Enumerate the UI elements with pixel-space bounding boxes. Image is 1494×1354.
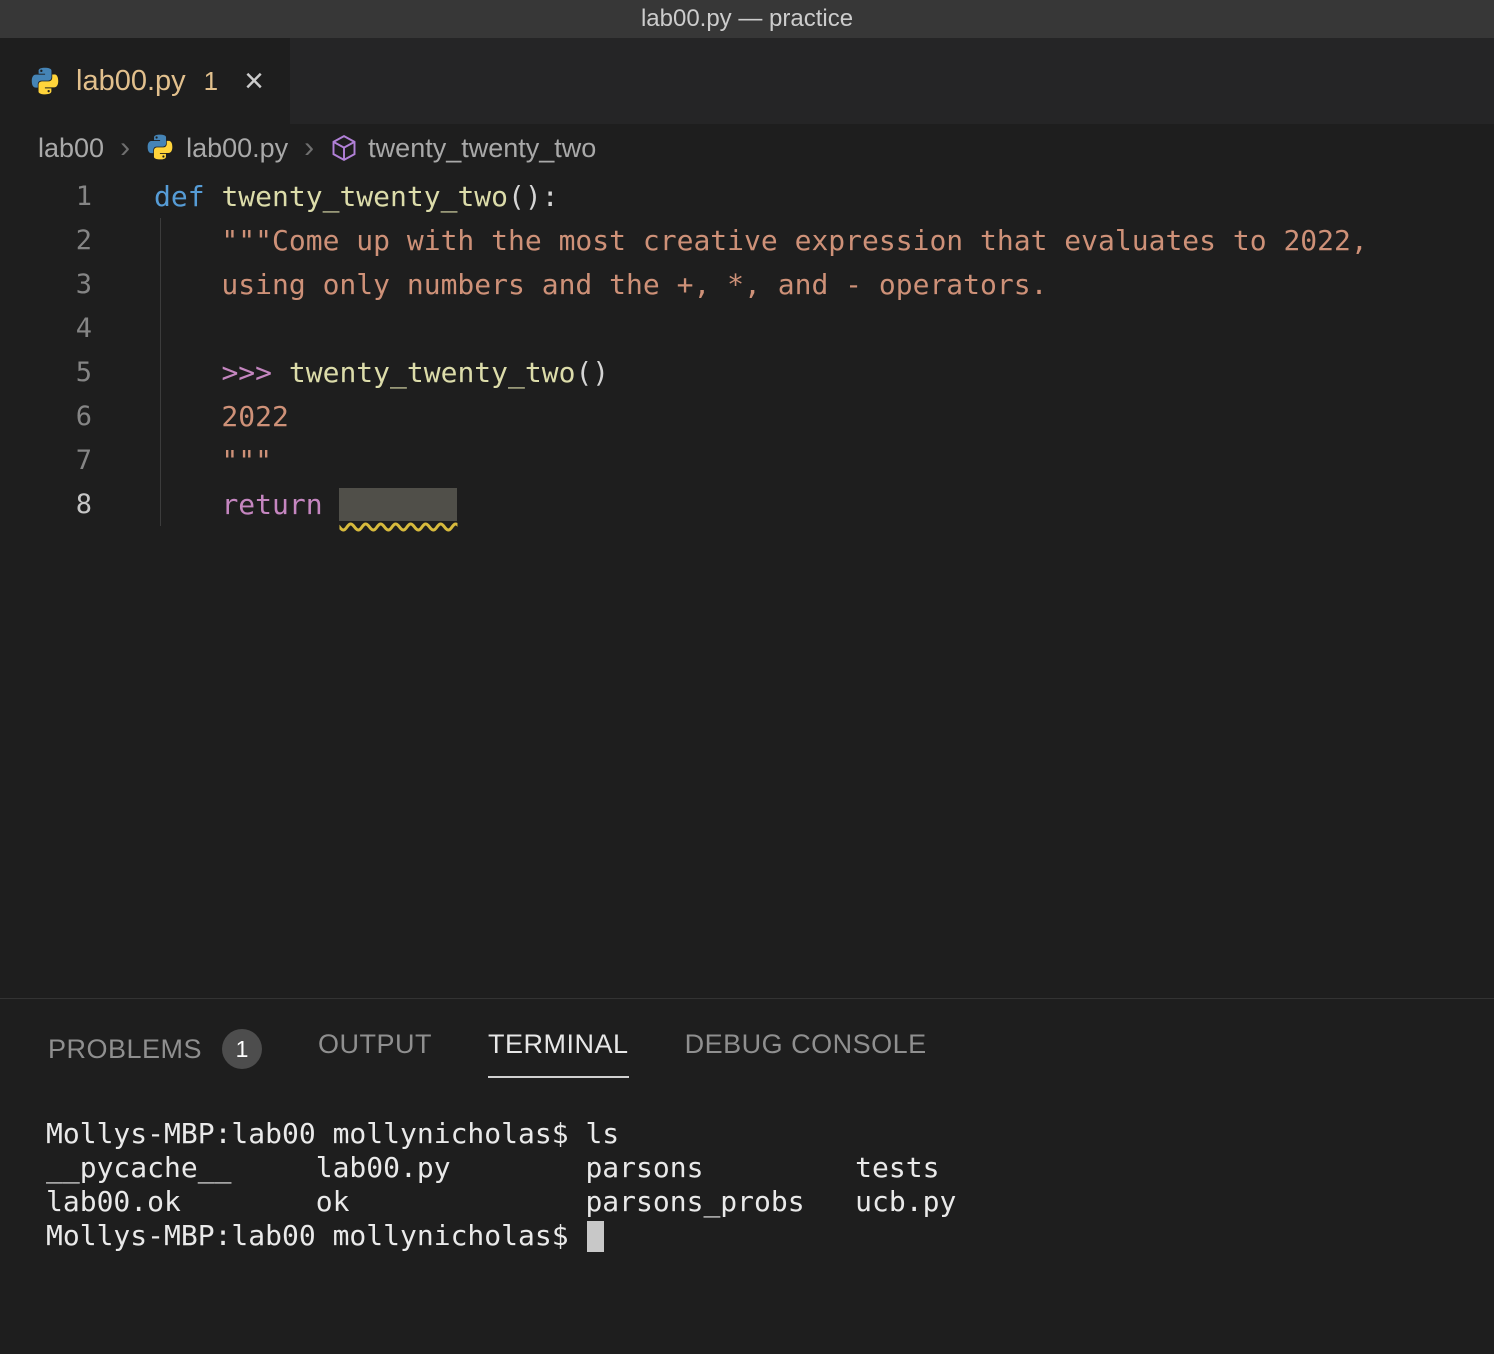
code-text: def twenty_twenty_two(): [92, 180, 559, 213]
tab-problem-count: 1 [204, 66, 218, 97]
window-titlebar[interactable]: lab00.py — practice [0, 0, 1494, 38]
python-icon [146, 133, 176, 163]
terminal-cursor [587, 1221, 604, 1252]
panel-tab-terminal[interactable]: TERMINAL [488, 1029, 629, 1078]
missing-expression-placeholder [339, 488, 457, 521]
code-line[interactable]: 5 >>> twenty_twenty_two() [0, 350, 1494, 394]
tab-filename: lab00.py [76, 65, 186, 98]
breadcrumb-label: lab00 [38, 133, 104, 164]
panel-tab-label: DEBUG CONSOLE [685, 1029, 927, 1060]
problems-count-badge: 1 [222, 1029, 262, 1069]
code-line[interactable]: 3 using only numbers and the +, *, and -… [0, 262, 1494, 306]
panel-tab-output[interactable]: OUTPUT [318, 1029, 432, 1076]
line-number: 2 [0, 225, 92, 256]
code-text: """Come up with the most creative expres… [92, 224, 1368, 257]
breadcrumb-item-symbol[interactable]: twenty_twenty_two [330, 133, 596, 164]
line-number: 1 [0, 181, 92, 212]
terminal-line: __pycache__ lab00.py parsons tests [46, 1151, 1494, 1185]
terminal-line: lab00.ok ok parsons_probs ucb.py [46, 1185, 1494, 1219]
code-text: >>> twenty_twenty_two() [92, 356, 609, 389]
terminal-line: Mollys-MBP:lab00 mollynicholas$ [46, 1219, 1494, 1253]
close-icon[interactable]: × [244, 64, 264, 98]
chevron-right-icon: › [118, 131, 132, 165]
panel-tab-label: PROBLEMS [48, 1034, 202, 1065]
bottom-panel: PROBLEMS 1 OUTPUT TERMINAL DEBUG CONSOLE Mol… [0, 998, 1494, 1354]
code-text: using only numbers and the +, *, and - o… [92, 268, 1047, 301]
line-number: 8 [0, 489, 92, 520]
breadcrumb-item-lab00[interactable]: lab00 [38, 133, 104, 164]
breadcrumb: lab00 › lab00.py › twenty_twenty_two [0, 124, 1494, 172]
code-text: 2022 [92, 400, 289, 433]
line-number: 3 [0, 269, 92, 300]
editor-lines: 1def twenty_twenty_two():2 """Come up wi… [0, 174, 1494, 526]
panel-tab-debug-console[interactable]: DEBUG CONSOLE [685, 1029, 927, 1076]
terminal-output[interactable]: Mollys-MBP:lab00 mollynicholas$ ls__pyca… [0, 1087, 1494, 1253]
terminal-line: Mollys-MBP:lab00 mollynicholas$ ls [46, 1117, 1494, 1151]
line-number: 4 [0, 313, 92, 344]
code-line[interactable]: 7 """ [0, 438, 1494, 482]
code-text: return [92, 488, 457, 521]
breadcrumb-item-lab00-py[interactable]: lab00.py [146, 133, 288, 164]
panel-tabs: PROBLEMS 1 OUTPUT TERMINAL DEBUG CONSOLE [0, 999, 1494, 1087]
panel-tab-label: TERMINAL [488, 1029, 629, 1060]
window-title: lab00.py — practice [641, 5, 853, 33]
code-line[interactable]: 4 [0, 306, 1494, 350]
line-number: 7 [0, 445, 92, 476]
line-number: 6 [0, 401, 92, 432]
code-line[interactable]: 2 """Come up with the most creative expr… [0, 218, 1494, 262]
chevron-right-icon: › [302, 131, 316, 165]
panel-tab-problems[interactable]: PROBLEMS 1 [48, 1029, 262, 1085]
line-number: 5 [0, 357, 92, 388]
code-line[interactable]: 8 return [0, 482, 1494, 526]
breadcrumb-label: lab00.py [186, 133, 288, 164]
code-line[interactable]: 6 2022 [0, 394, 1494, 438]
panel-tab-label: OUTPUT [318, 1029, 432, 1060]
breadcrumb-label: twenty_twenty_two [368, 133, 596, 164]
symbol-namespace-icon [330, 134, 358, 162]
code-line[interactable]: 1def twenty_twenty_two(): [0, 174, 1494, 218]
tab-lab00-py[interactable]: lab00.py 1 × [0, 38, 290, 124]
editor-tabstrip: lab00.py 1 × [0, 38, 1494, 124]
code-editor[interactable]: 1def twenty_twenty_two():2 """Come up wi… [0, 172, 1494, 998]
code-text: """ [92, 444, 272, 477]
python-icon [30, 66, 60, 96]
indent-guide [160, 218, 161, 526]
